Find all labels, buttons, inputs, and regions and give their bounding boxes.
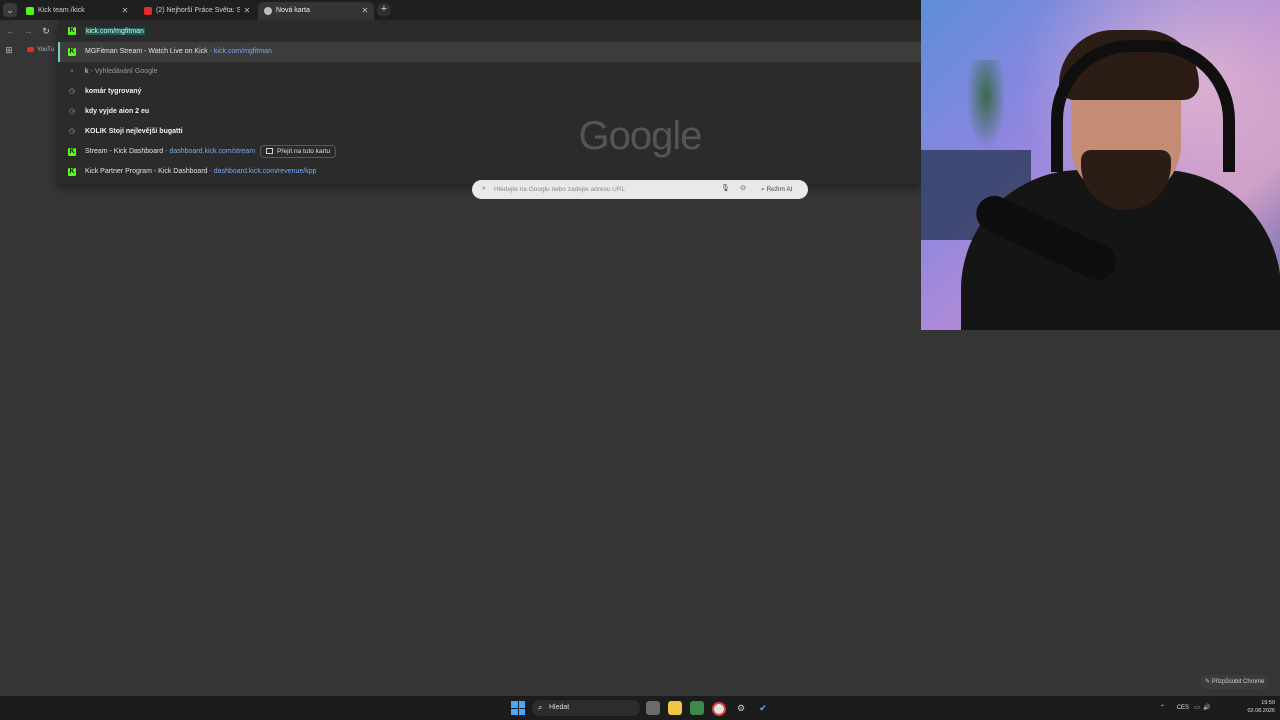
clock-date: 02.08.2026 xyxy=(1247,708,1275,714)
google-logo: Google xyxy=(578,114,703,158)
switch-to-tab-button[interactable]: Přejít na tuto kartu xyxy=(260,144,337,158)
youtube-favicon-icon xyxy=(144,7,152,15)
start-button[interactable] xyxy=(511,701,525,715)
tab-title: Nová karta xyxy=(276,7,310,14)
history-icon: ◷ xyxy=(68,88,76,95)
customize-chrome-label: Přizpůsobit Chrome xyxy=(1211,679,1265,685)
kick-icon: K xyxy=(68,27,76,35)
suggestion-row[interactable]: ◷ KOLIK Stojí nejlevější bugatti xyxy=(58,122,921,142)
suggestion-title: Stream - Kick Dashboard xyxy=(85,148,164,155)
bookmark-youtube[interactable]: YouTu xyxy=(27,44,54,56)
suggestion-row[interactable]: ◷ komár tygrovaný xyxy=(58,82,921,102)
suggestion-text: KOLIK Stojí nejlevější bugatti xyxy=(85,128,183,135)
suggestion-url: dashboard.kick.com/revenue/kpp xyxy=(213,168,317,175)
start-tile xyxy=(511,708,518,715)
suggestion-row[interactable]: K Kick Partner Program - Kick Dashboard … xyxy=(58,162,921,182)
suggestion-title: Kick Partner Program - Kick Dashboard xyxy=(85,168,208,175)
suggestion-row[interactable]: ◷ kdy vyjde aion 2 eu xyxy=(58,102,921,122)
selection-accent xyxy=(58,42,60,62)
language-indicator[interactable]: CES xyxy=(1177,705,1189,711)
webcam-headphones xyxy=(1051,40,1235,172)
system-tray[interactable]: ⌃ CES ▭ 🔊 xyxy=(1160,699,1211,717)
taskbar-clock[interactable]: 19:50 02.08.2026 xyxy=(1235,699,1275,717)
kick-icon: K xyxy=(68,148,76,156)
forward-icon[interactable]: → xyxy=(21,24,35,38)
suggestion-text: komár tygrovaný xyxy=(85,88,142,95)
omnibox-dropdown: K kick.com/mgfitman K MGFitman Stream - … xyxy=(58,20,921,184)
omnibox-input[interactable]: kick.com/mgfitman xyxy=(85,26,145,37)
switch-to-tab-label: Přejít na tuto kartu xyxy=(277,147,331,155)
suggestion-row[interactable]: K Stream - Kick Dashboard - dashboard.ki… xyxy=(58,142,921,162)
suggestion-row[interactable]: K MGFitman Stream - Watch Live on Kick -… xyxy=(58,42,921,62)
omnibox-input-value: kick.com/mgfitman xyxy=(85,28,145,35)
history-icon: ◷ xyxy=(68,128,76,135)
bookmark-label: YouTu xyxy=(37,47,54,53)
kick-favicon-icon xyxy=(26,7,34,15)
tab-title: (2) Nejhorší Práce Světa: Saturn xyxy=(156,7,240,14)
webcam-plant xyxy=(966,60,1006,150)
tab-title: Kick team /kick xyxy=(38,7,85,14)
chrome-favicon-icon xyxy=(264,7,272,15)
omnibox-input-row[interactable]: K kick.com/mgfitman xyxy=(58,20,921,42)
tab-close-icon[interactable]: ✕ xyxy=(242,2,252,20)
new-tab-button[interactable]: + xyxy=(377,3,391,17)
reload-icon[interactable]: ↻ xyxy=(39,24,53,38)
google-search-bar[interactable]: ⌕ Hledejte na Googlu nebo zadejte adresu… xyxy=(472,180,808,199)
customize-chrome-button[interactable]: ✎ Přizpůsobit Chrome xyxy=(1200,675,1270,689)
ai-mode-button[interactable]: ⌕ Režim AI xyxy=(757,183,796,196)
start-tile xyxy=(518,708,525,715)
ai-mode-label: Režim AI xyxy=(766,186,793,193)
file-explorer-icon[interactable] xyxy=(668,701,682,715)
tab-search-button[interactable]: ⌄ xyxy=(3,3,17,17)
tab-kick-team[interactable]: Kick team /kick ✕ xyxy=(20,2,134,20)
back-icon[interactable]: ← xyxy=(3,24,17,38)
tab-youtube-video[interactable]: (2) Nejhorší Práce Světa: Saturn ✕ xyxy=(138,2,256,20)
history-icon: ◷ xyxy=(68,108,76,115)
suggestion-text: kdy vyjde aion 2 eu xyxy=(85,108,150,115)
settings-gear-icon[interactable]: ⚙ xyxy=(734,701,748,715)
suggestion-url: dashboard.kick.com/stream xyxy=(169,148,256,155)
search-icon: ⌕ xyxy=(538,703,543,712)
suggestion-title: MGFitman Stream - Watch Live on Kick xyxy=(85,48,208,55)
google-lens-icon[interactable]: ⊙ xyxy=(738,184,748,194)
search-icon: ⌕ xyxy=(70,68,74,75)
task-view-icon[interactable] xyxy=(646,701,660,715)
tab-close-icon[interactable]: ✕ xyxy=(120,2,130,20)
start-tile xyxy=(518,701,525,708)
clock-time: 19:50 xyxy=(1261,700,1275,706)
start-tile xyxy=(511,701,518,708)
kick-icon: K xyxy=(68,48,76,56)
apps-grid-icon[interactable]: ⊞ xyxy=(3,44,15,56)
suggestion-row[interactable]: ⌕ k - Vyhledávání Google xyxy=(58,62,921,82)
store-icon[interactable] xyxy=(690,701,704,715)
chevron-up-icon[interactable]: ⌃ xyxy=(1160,705,1165,711)
taskbar-search[interactable]: ⌕ Hledat xyxy=(532,700,640,716)
suggestion-hint: - Vyhledávání Google xyxy=(88,68,158,75)
tab-close-icon[interactable]: ✕ xyxy=(360,2,370,20)
chrome-icon[interactable] xyxy=(712,702,726,716)
search-icon: ⌕ xyxy=(482,185,486,192)
webcam-overlay xyxy=(921,0,1280,330)
suggestion-url: kick.com/mgfitman xyxy=(213,48,272,55)
tab-new-tab[interactable]: Nová karta ✕ xyxy=(258,2,374,20)
network-icon[interactable]: ▭ xyxy=(1194,705,1200,711)
taskbar-search-label: Hledat xyxy=(549,704,570,711)
volume-icon[interactable]: 🔊 xyxy=(1203,705,1210,711)
search-placeholder[interactable]: Hledejte na Googlu nebo zadejte adresu U… xyxy=(494,180,625,199)
kick-icon: K xyxy=(68,168,76,176)
windows-taskbar xyxy=(0,696,1280,720)
microphone-icon[interactable]: 🎙 xyxy=(721,184,730,194)
tab-switch-icon xyxy=(266,147,274,154)
steam-icon[interactable]: ✔ xyxy=(756,701,770,715)
youtube-icon xyxy=(27,46,34,52)
